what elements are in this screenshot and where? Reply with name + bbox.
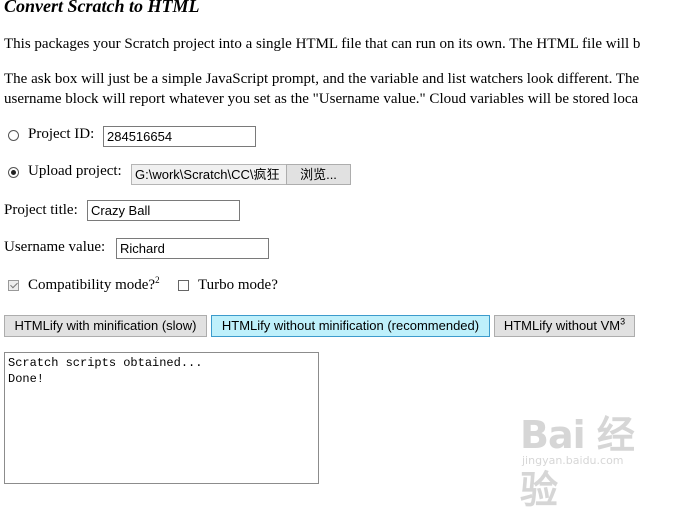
project-id-input[interactable]: 284516654	[103, 126, 256, 147]
username-label: Username value:	[4, 239, 106, 255]
project-id-label: Project ID:	[28, 126, 95, 142]
compatibility-mode-label: Compatibility mode?2	[28, 275, 160, 294]
htmlify-minified-button[interactable]: HTMLify with minification (slow)	[4, 315, 207, 337]
upload-project-label: Upload project:	[28, 163, 122, 179]
intro-paragraph-2-line-2: username block will report whatever you …	[4, 91, 639, 107]
watermark-url: jingyan.baidu.com	[522, 454, 624, 467]
turbo-mode-label: Turbo mode?	[198, 277, 278, 293]
project-id-radio[interactable]	[8, 130, 19, 141]
upload-file-path[interactable]: G:\work\Scratch\CC\疯狂	[131, 164, 287, 185]
project-title-input[interactable]: Crazy Ball	[87, 200, 240, 221]
upload-project-radio[interactable]	[8, 167, 19, 178]
compatibility-mode-checkbox[interactable]	[8, 280, 19, 291]
footnote-marker: 3	[620, 316, 626, 327]
footnote-marker: 2	[155, 275, 160, 285]
project-title-label: Project title:	[4, 202, 78, 218]
turbo-mode-checkbox[interactable]	[178, 280, 189, 291]
console-line: Done!	[8, 372, 45, 386]
htmlify-unminified-button[interactable]: HTMLify without minification (recommende…	[211, 315, 490, 337]
output-console[interactable]: Scratch scripts obtained... Done!	[4, 352, 319, 484]
browse-button[interactable]: 浏览...	[286, 164, 351, 185]
intro-paragraph-2-line-1: The ask box will just be a simple JavaSc…	[4, 71, 640, 87]
username-input[interactable]: Richard	[116, 238, 269, 259]
page-title: Convert Scratch to HTML	[4, 0, 200, 16]
baidu-watermark: Bai 经验 jingyan.baidu.com	[520, 404, 670, 512]
intro-paragraph-1: This packages your Scratch project into …	[4, 36, 641, 52]
htmlify-without-vm-button[interactable]: HTMLify without VM3	[494, 315, 635, 337]
console-line: Scratch scripts obtained...	[8, 356, 203, 370]
